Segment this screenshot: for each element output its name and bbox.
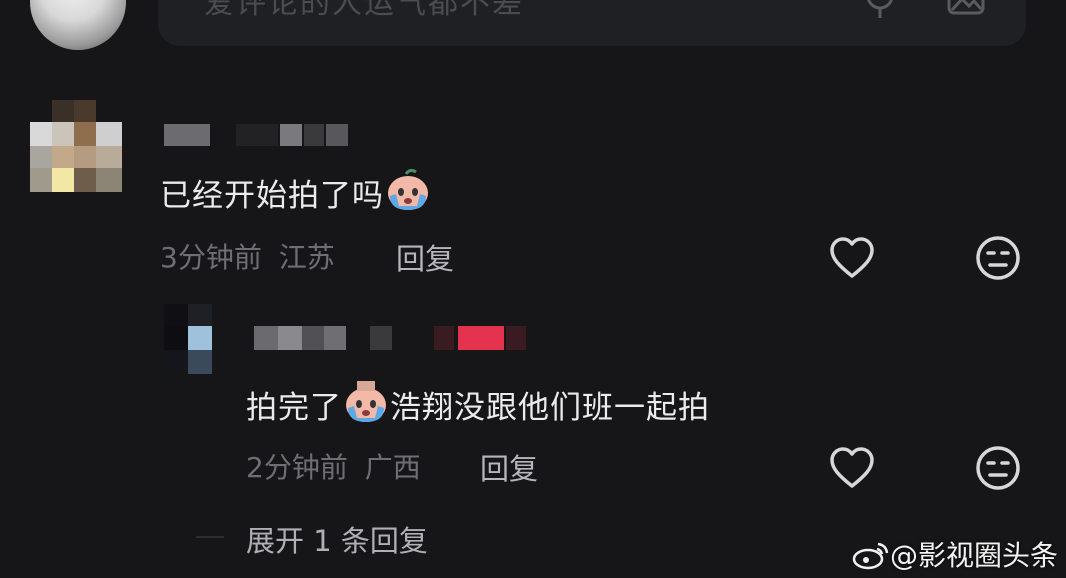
comment-text-part: 已经开始拍了吗 bbox=[160, 178, 384, 214]
heart-icon[interactable] bbox=[828, 234, 876, 282]
comment-meta: 3分钟前 江苏 bbox=[160, 236, 335, 276]
reply-button[interactable]: 回复 bbox=[396, 236, 454, 278]
comment-text: 已经开始拍了吗 bbox=[160, 168, 432, 215]
comment-input-placeholder[interactable]: 爱评论的人运气都不差 bbox=[204, 0, 524, 22]
crying-emoji-icon bbox=[346, 381, 386, 422]
commenter-username-redacted[interactable] bbox=[164, 124, 354, 148]
location-icon[interactable] bbox=[860, 0, 900, 20]
comment-location: 江苏 bbox=[278, 241, 335, 274]
image-icon[interactable] bbox=[946, 0, 986, 20]
current-user-avatar bbox=[30, 0, 126, 50]
reply-text-part-1: 拍完了 bbox=[246, 390, 342, 426]
watermark-text: @影视圈头条 bbox=[890, 539, 1059, 572]
reply-text-part-2: 浩翔没跟他们班一起拍 bbox=[390, 390, 710, 426]
reply-text: 拍完了 浩翔没跟他们班一起拍 bbox=[246, 380, 710, 427]
heart-icon[interactable] bbox=[828, 444, 876, 492]
replier-username-redacted[interactable] bbox=[254, 326, 544, 354]
dislike-face-icon[interactable] bbox=[974, 444, 1022, 492]
watermark: @影视圈头条 bbox=[852, 534, 1058, 574]
weibo-logo-icon bbox=[852, 542, 889, 570]
crying-emoji-icon bbox=[388, 168, 428, 210]
replier-avatar[interactable] bbox=[164, 304, 214, 374]
comment-time: 3分钟前 bbox=[160, 241, 262, 274]
reply-time: 2分钟前 bbox=[246, 451, 348, 484]
reply-location: 广西 bbox=[364, 451, 421, 484]
reply-button[interactable]: 回复 bbox=[480, 446, 538, 488]
commenter-avatar[interactable] bbox=[30, 100, 122, 192]
dislike-face-icon[interactable] bbox=[974, 234, 1022, 282]
expand-divider bbox=[196, 536, 224, 538]
expand-replies-button[interactable]: 展开 1 条回复 bbox=[246, 518, 428, 560]
reply-meta: 2分钟前 广西 bbox=[246, 446, 421, 486]
